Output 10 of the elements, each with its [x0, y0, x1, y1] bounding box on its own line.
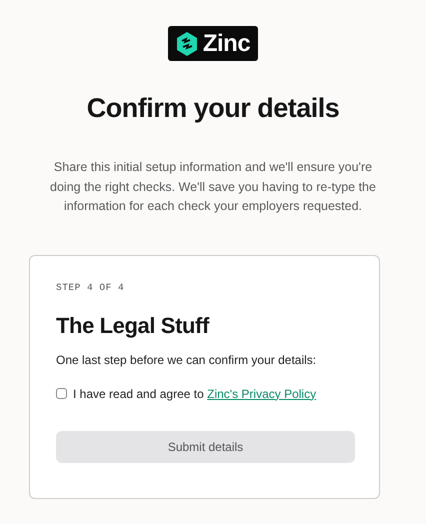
- step-indicator: STEP 4 OF 4: [56, 282, 126, 292]
- privacy-policy-link[interactable]: Zinc's Privacy Policy: [207, 386, 316, 400]
- agreement-text: I have read and agree to Zinc's Privacy Policy: [73, 386, 316, 400]
- agree-checkbox[interactable]: [56, 388, 67, 399]
- page-title: Confirm your details: [86, 93, 340, 124]
- card-heading: The Legal Stuff: [56, 312, 210, 338]
- intro-text: Share this initial setup information and we'll ensure you're doing the right checks. We'll save you having to re-type the information for each check your employers requested.: [49, 159, 377, 215]
- logo-icon: [176, 32, 198, 56]
- lead-text: One last step before we can confirm your details:: [56, 352, 318, 366]
- logo-text: Zinc: [202, 30, 250, 58]
